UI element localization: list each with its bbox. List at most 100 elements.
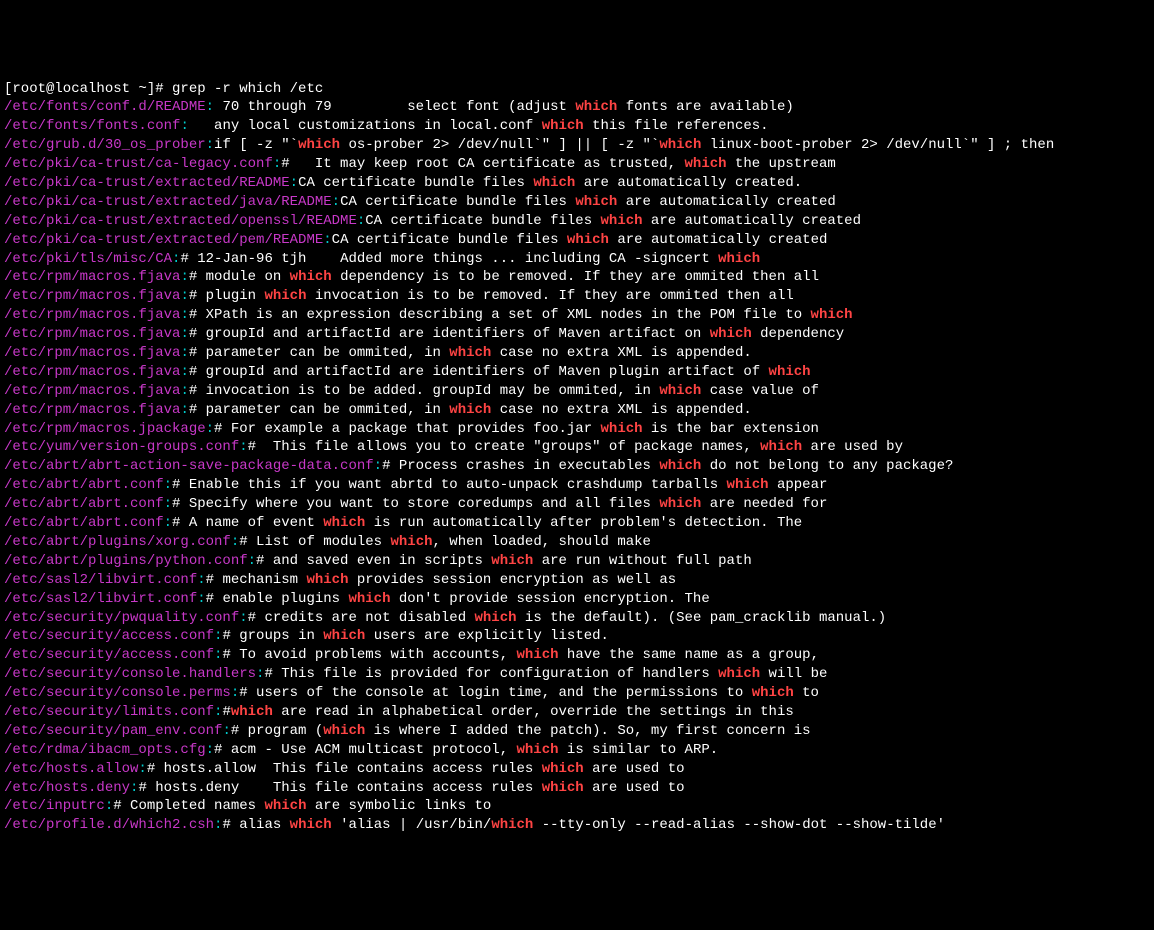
line-text: is where I added the patch). So, my firs… [365, 723, 810, 739]
file-path: /etc/rpm/macros.fjava [4, 269, 180, 285]
separator-colon: : [197, 591, 205, 607]
line-text: # XPath is an expression describing a se… [189, 307, 811, 323]
line-text: # List of modules [239, 534, 390, 550]
grep-result-line: /etc/security/limits.conf:#which are rea… [4, 703, 1150, 722]
line-text: # To avoid problems with accounts, [222, 647, 516, 663]
line-text: # credits are not disabled [248, 610, 475, 626]
line-text: # 12-Jan-96 tjh Added more things ... in… [180, 251, 718, 267]
separator-colon: : [180, 402, 188, 418]
line-text: users are explicitly listed. [365, 628, 609, 644]
line-text: are run without full path [533, 553, 751, 569]
grep-result-line: /etc/pki/tls/misc/CA:# 12-Jan-96 tjh Add… [4, 250, 1150, 269]
line-text: # groupId and artifactId are identifiers… [189, 364, 769, 380]
line-text: # hosts.deny This file contains access r… [138, 780, 541, 796]
grep-match: which [323, 515, 365, 531]
line-text: # mechanism [206, 572, 307, 588]
file-path: /etc/pki/ca-trust/extracted/java/README [4, 194, 332, 210]
line-text: are needed for [701, 496, 827, 512]
grep-result-line: /etc/rpm/macros.jpackage:# For example a… [4, 420, 1150, 439]
line-text: CA certificate bundle files [332, 232, 567, 248]
grep-result-line: /etc/abrt/abrt.conf:# Enable this if you… [4, 476, 1150, 495]
line-text: # plugin [189, 288, 265, 304]
grep-result-line: /etc/grub.d/30_os_prober:if [ -z "`which… [4, 136, 1150, 155]
grep-match: which [718, 251, 760, 267]
line-text: , when loaded, should make [433, 534, 651, 550]
line-text: case no extra XML is appended. [491, 345, 751, 361]
separator-colon: : [239, 439, 247, 455]
grep-match: which [290, 269, 332, 285]
line-text: this file references. [584, 118, 769, 134]
line-text: # groupId and artifactId are identifiers… [189, 326, 710, 342]
grep-result-line: /etc/pki/ca-trust/extracted/pem/README:C… [4, 231, 1150, 250]
line-text: 70 through 79 select font (adjust [214, 99, 575, 115]
separator-colon: : [290, 175, 298, 191]
grep-match: which [449, 345, 491, 361]
file-path: /etc/pki/ca-trust/extracted/README [4, 175, 290, 191]
line-text: case value of [701, 383, 819, 399]
grep-result-line: /etc/security/console.perms:# users of t… [4, 684, 1150, 703]
separator-colon: : [206, 421, 214, 437]
grep-match: which [760, 439, 802, 455]
separator-colon: : [130, 780, 138, 796]
grep-match: which [517, 742, 559, 758]
grep-result-line: /etc/rpm/macros.fjava:# parameter can be… [4, 344, 1150, 363]
file-path: /etc/hosts.allow [4, 761, 138, 777]
grep-result-line: /etc/rpm/macros.fjava:# groupId and arti… [4, 363, 1150, 382]
line-text: # For example a package that provides fo… [214, 421, 600, 437]
file-path: /etc/security/access.conf [4, 628, 214, 644]
file-path: /etc/rpm/macros.fjava [4, 383, 180, 399]
line-text: # [222, 704, 230, 720]
line-text: # users of the console at login time, an… [239, 685, 751, 701]
grep-match: which [491, 553, 533, 569]
line-text: will be [760, 666, 827, 682]
separator-colon: : [138, 761, 146, 777]
line-text: CA certificate bundle files [298, 175, 533, 191]
line-text: are used to [584, 761, 685, 777]
line-text: # Process crashes in executables [382, 458, 659, 474]
grep-result-line: /etc/pki/ca-trust/ca-legacy.conf:# It ma… [4, 155, 1150, 174]
grep-result-line: /etc/security/access.conf:# To avoid pro… [4, 646, 1150, 665]
grep-result-line: /etc/security/pam_env.conf:# program (wh… [4, 722, 1150, 741]
separator-colon: : [374, 458, 382, 474]
file-path: /etc/abrt/plugins/xorg.conf [4, 534, 231, 550]
line-text: are automatically created. [575, 175, 802, 191]
file-path: /etc/rpm/macros.fjava [4, 307, 180, 323]
grep-match: which [575, 194, 617, 210]
line-text: # and saved even in scripts [256, 553, 491, 569]
grep-result-line: /etc/fonts/conf.d/README: 70 through 79 … [4, 98, 1150, 117]
grep-result-line: /etc/abrt/abrt.conf:# A name of event wh… [4, 514, 1150, 533]
separator-colon: : [180, 307, 188, 323]
separator-colon: : [180, 269, 188, 285]
separator-colon: : [248, 553, 256, 569]
grep-match: which [752, 685, 794, 701]
grep-match: which [348, 591, 390, 607]
grep-result-line: /etc/abrt/abrt.conf:# Specify where you … [4, 495, 1150, 514]
grep-match: which [567, 232, 609, 248]
file-path: /etc/pki/ca-trust/extracted/pem/README [4, 232, 323, 248]
grep-result-line: /etc/abrt/plugins/xorg.conf:# List of mo… [4, 533, 1150, 552]
separator-colon: : [214, 817, 222, 833]
grep-match: which [264, 288, 306, 304]
line-text: # alias [222, 817, 289, 833]
grep-result-line: /etc/sasl2/libvirt.conf:# mechanism whic… [4, 571, 1150, 590]
separator-colon: : [206, 742, 214, 758]
grep-match: which [231, 704, 273, 720]
line-text: is the default). (See pam_cracklib manua… [517, 610, 887, 626]
grep-result-line: /etc/profile.d/which2.csh:# alias which … [4, 816, 1150, 835]
line-text: are automatically created [643, 213, 861, 229]
terminal-output: [root@localhost ~]# grep -r which /etc/e… [4, 80, 1150, 836]
line-text: are used to [584, 780, 685, 796]
line-text: # Completed names [113, 798, 264, 814]
line-text: fonts are available) [617, 99, 793, 115]
line-text: provides session encryption as well as [348, 572, 676, 588]
separator-colon: : [164, 477, 172, 493]
grep-result-line: /etc/inputrc:# Completed names which are… [4, 797, 1150, 816]
separator-colon: : [180, 383, 188, 399]
command-prompt: [root@localhost ~]# grep -r which /etc [4, 81, 323, 97]
grep-result-line: /etc/hosts.deny:# hosts.deny This file c… [4, 779, 1150, 798]
separator-colon: : [180, 345, 188, 361]
grep-result-line: /etc/pki/ca-trust/extracted/README:CA ce… [4, 174, 1150, 193]
line-text: any local customizations in local.conf [189, 118, 542, 134]
grep-match: which [811, 307, 853, 323]
grep-result-line: /etc/security/console.handlers:# This fi… [4, 665, 1150, 684]
